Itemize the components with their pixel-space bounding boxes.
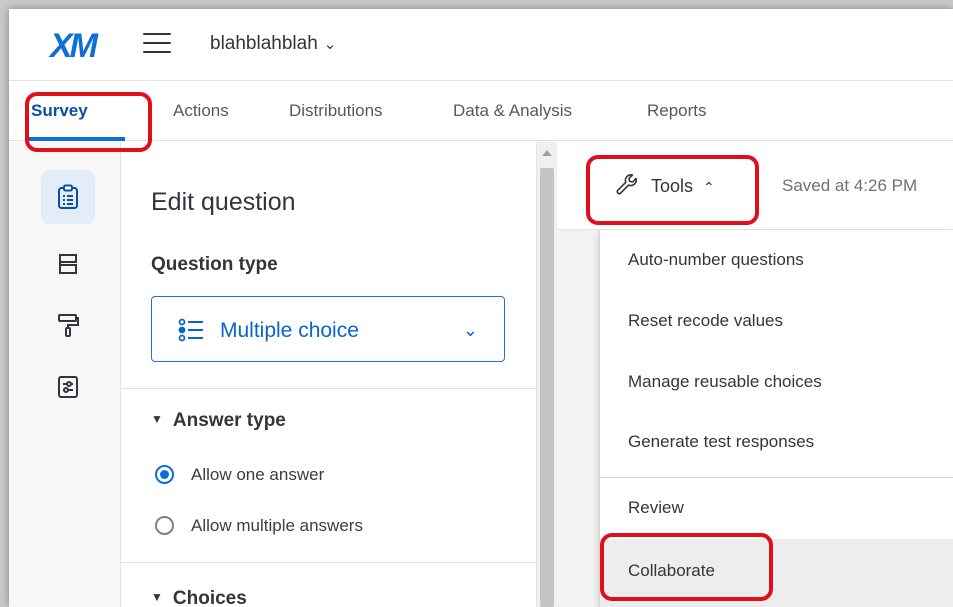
app-window: XM blahblahblah ⌄ Survey Actions Distribu… bbox=[9, 9, 953, 607]
tools-button[interactable]: Tools ⌃ bbox=[615, 173, 715, 197]
edit-question-panel: Edit question Question type Multiple cho… bbox=[121, 142, 537, 607]
wrench-icon bbox=[616, 174, 638, 195]
divider bbox=[121, 388, 537, 389]
caret-down-icon: ▼ bbox=[151, 590, 163, 604]
tab-survey[interactable]: Survey bbox=[31, 101, 88, 121]
active-tab-indicator bbox=[29, 137, 125, 141]
menu-item-auto-number-questions[interactable]: Auto-number questions bbox=[600, 230, 953, 290]
menu-item-generate-test-responses[interactable]: Generate test responses bbox=[600, 412, 953, 472]
menu-item-manage-reusable-choices[interactable]: Manage reusable choices bbox=[600, 352, 953, 412]
multiple-choice-list-icon bbox=[178, 318, 203, 342]
chevron-down-icon: ⌄ bbox=[323, 36, 337, 53]
panel-title: Edit question bbox=[151, 188, 296, 216]
options-sliders-icon[interactable] bbox=[41, 360, 95, 414]
blocks-layout-icon[interactable] bbox=[41, 237, 95, 291]
tools-label: Tools bbox=[651, 176, 694, 196]
scrollbar-thumb[interactable] bbox=[540, 168, 554, 607]
radio-allow-one-answer[interactable]: Allow one answer bbox=[155, 465, 324, 485]
radio-button-selected[interactable] bbox=[155, 465, 174, 484]
saved-status: Saved at 4:26 PM bbox=[782, 176, 918, 195]
survey-toolbar: Tools ⌃ Saved at 4:26 PM bbox=[557, 142, 953, 230]
caret-down-icon: ▼ bbox=[151, 412, 163, 426]
xm-logo[interactable]: XM bbox=[50, 27, 98, 66]
tab-actions[interactable]: Actions bbox=[173, 101, 229, 121]
menu-item-review[interactable]: Review bbox=[600, 478, 953, 538]
left-icon-rail bbox=[9, 142, 121, 607]
tools-dropdown-menu: Auto-number questions Reset recode value… bbox=[599, 230, 953, 607]
chevron-up-icon: ⌃ bbox=[703, 179, 715, 195]
choices-section-toggle[interactable]: ▼ Choices bbox=[151, 588, 247, 607]
question-type-select[interactable]: Multiple choice ⌄ bbox=[151, 296, 505, 362]
answer-type-section-toggle[interactable]: ▼ Answer type bbox=[151, 410, 286, 432]
scroll-up-arrow-icon[interactable] bbox=[542, 150, 552, 156]
project-name: blahblahblah bbox=[210, 33, 318, 54]
project-selector[interactable]: blahblahblah ⌄ bbox=[210, 33, 336, 55]
menu-item-reset-recode-values[interactable]: Reset recode values bbox=[600, 291, 953, 351]
chevron-down-icon: ⌄ bbox=[462, 320, 478, 340]
divider bbox=[121, 562, 537, 563]
paint-roller-icon[interactable] bbox=[41, 298, 95, 352]
edit-panel-scrollbar[interactable] bbox=[537, 142, 557, 607]
tab-bar: Survey Actions Distributions Data & Anal… bbox=[9, 81, 953, 141]
question-type-value: Multiple choice bbox=[220, 319, 359, 342]
hamburger-menu-icon[interactable] bbox=[143, 33, 171, 55]
survey-clipboard-icon[interactable] bbox=[41, 170, 95, 224]
radio-allow-multiple-answers[interactable]: Allow multiple answers bbox=[155, 516, 363, 536]
menu-item-collaborate[interactable]: Collaborate bbox=[600, 539, 953, 607]
question-type-label: Question type bbox=[151, 254, 278, 275]
survey-canvas-area: Tools ⌃ Saved at 4:26 PM Auto-number ques… bbox=[557, 142, 953, 607]
tab-data-analysis[interactable]: Data & Analysis bbox=[453, 101, 572, 121]
top-bar: XM blahblahblah ⌄ bbox=[9, 9, 953, 81]
tab-distributions[interactable]: Distributions bbox=[289, 101, 383, 121]
radio-button[interactable] bbox=[155, 516, 174, 535]
tab-reports[interactable]: Reports bbox=[647, 101, 707, 121]
